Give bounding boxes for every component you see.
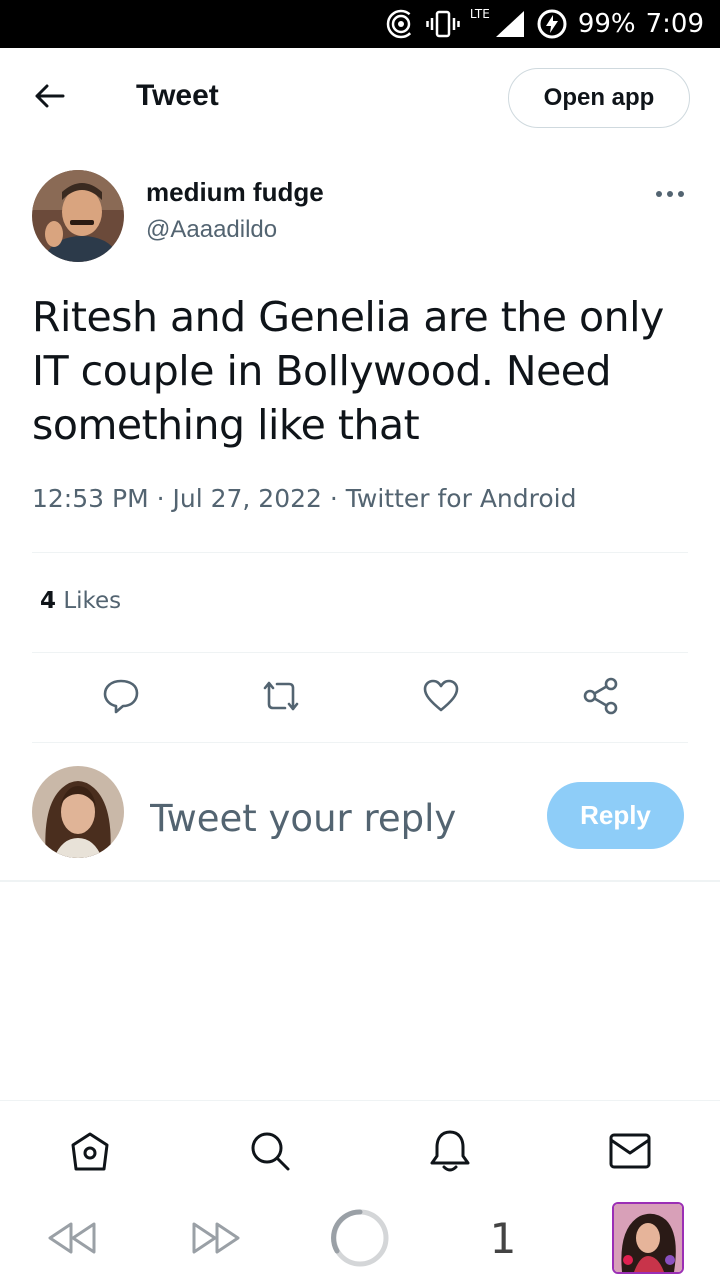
browser-forward-button[interactable]: [188, 1216, 244, 1264]
bell-icon: [428, 1128, 472, 1179]
author-name[interactable]: medium fudge: [146, 177, 324, 208]
browser-profile-thumbnail[interactable]: [612, 1202, 684, 1274]
top-app-bar: Tweet Open app: [0, 48, 720, 146]
more-options-button[interactable]: [650, 180, 690, 208]
retweet-icon: [259, 678, 303, 719]
comment-icon: [102, 678, 140, 719]
reply-action-button[interactable]: [99, 676, 143, 720]
page-title: Tweet: [136, 79, 219, 112]
search-icon: [248, 1129, 292, 1178]
likes-count: 4: [40, 588, 57, 614]
divider: [0, 880, 720, 882]
share-icon: [582, 677, 620, 720]
retweet-action-button[interactable]: [259, 676, 303, 720]
vibrate-icon: [426, 9, 460, 39]
network-type-label: LTE: [469, 7, 490, 21]
divider: [32, 652, 688, 653]
browser-back-button[interactable]: [44, 1216, 100, 1264]
loading-spinner-icon: [329, 1207, 391, 1274]
tweet-timestamp[interactable]: 12:53 PM · Jul 27, 2022 · Twitter for An…: [32, 484, 576, 513]
home-icon: [68, 1129, 112, 1178]
divider: [32, 552, 688, 553]
nav-messages[interactable]: [606, 1129, 654, 1177]
tab-count-button[interactable]: 1: [478, 1210, 528, 1266]
divider: [32, 742, 688, 743]
hotspot-icon: [386, 9, 416, 39]
signal-icon: [494, 9, 526, 39]
nav-notifications[interactable]: [426, 1129, 474, 1177]
battery-percent: 99%: [577, 9, 636, 39]
more-dots-icon: [655, 185, 685, 203]
status-bar: LTE 99% 7:09: [0, 0, 720, 48]
battery-charging-icon: [536, 8, 568, 40]
nav-explore[interactable]: [246, 1129, 294, 1177]
clock: 7:09: [645, 9, 704, 39]
mail-icon: [608, 1131, 652, 1176]
like-action-button[interactable]: [419, 676, 463, 720]
nav-home[interactable]: [66, 1129, 114, 1177]
bottom-navigation: [0, 1100, 720, 1200]
heart-icon: [422, 679, 460, 718]
browser-toolbar: 1: [0, 1200, 720, 1280]
share-action-button[interactable]: [579, 676, 623, 720]
likes-label: Likes: [63, 588, 122, 614]
back-arrow-icon: [35, 84, 65, 113]
open-app-button[interactable]: Open app: [508, 68, 690, 128]
rewind-icon: [46, 1220, 98, 1261]
reply-button[interactable]: Reply: [547, 782, 684, 849]
reply-input[interactable]: [150, 792, 530, 844]
author-avatar[interactable]: [32, 170, 124, 262]
browser-reload-button[interactable]: [328, 1208, 392, 1272]
back-button[interactable]: [30, 78, 70, 118]
author-handle[interactable]: @Aaaadildo: [146, 216, 277, 244]
likes-summary[interactable]: 4 Likes: [40, 588, 121, 614]
fast-forward-icon: [190, 1220, 242, 1261]
user-avatar[interactable]: [32, 766, 124, 858]
tweet-text: Ritesh and Genelia are the only IT coupl…: [32, 293, 664, 449]
